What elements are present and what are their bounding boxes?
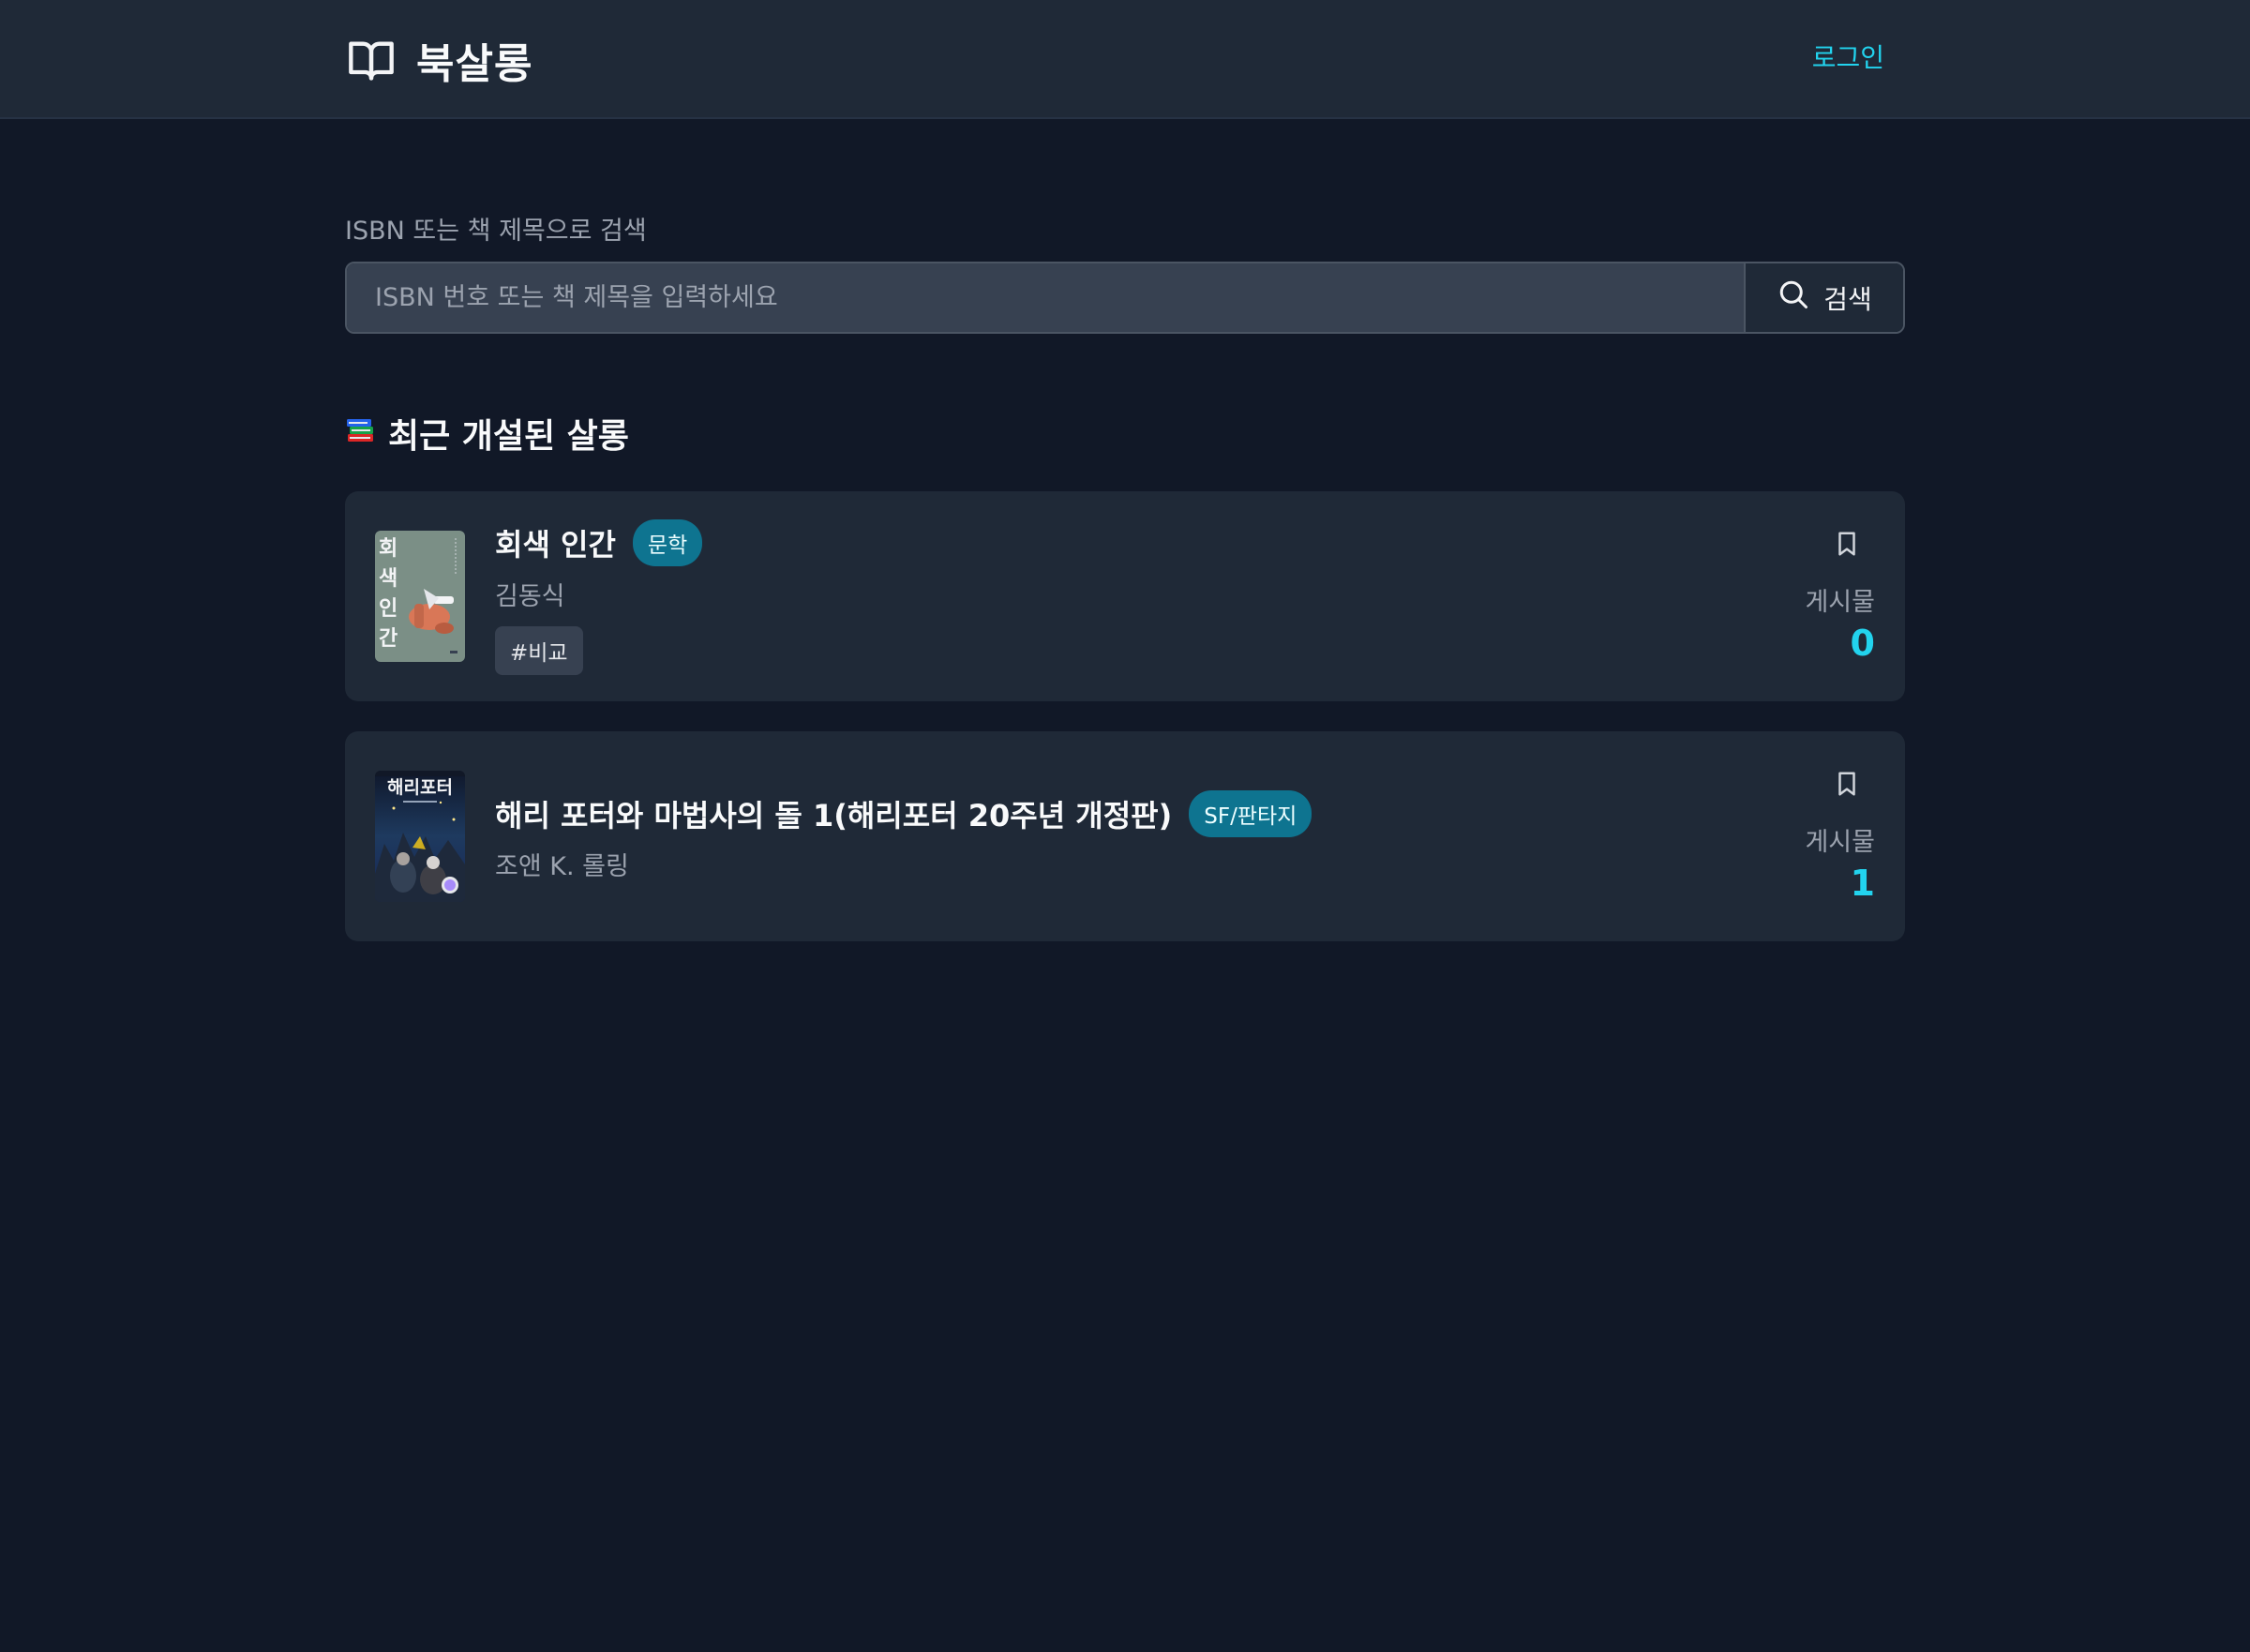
bookmark-icon: [1833, 768, 1861, 803]
login-link[interactable]: 로그인: [1812, 38, 1884, 75]
salon-card[interactable]: 회 색 인 간 회색 인간 문학 김동식 #비교 게시물 0: [345, 491, 1905, 701]
search-label: ISBN 또는 책 제목으로 검색: [345, 217, 647, 246]
cover-text: 색: [379, 566, 398, 591]
book-title: 해리 포터와 마법사의 돌 1(해리포터 20주년 개정판): [495, 798, 1173, 834]
search-input[interactable]: [347, 263, 1744, 332]
section-heading: 최근 개설된 살롱: [345, 409, 629, 458]
cover-text: 인: [379, 596, 398, 621]
bookmark-button[interactable]: [1830, 527, 1864, 564]
book-author: 김동식: [495, 582, 565, 611]
book-open-icon: [345, 36, 398, 84]
search-icon: [1777, 278, 1810, 318]
app-title: 북살롱: [416, 40, 533, 88]
book-author: 조앤 K. 롤링: [495, 852, 629, 881]
post-count: 0: [1850, 623, 1875, 664]
books-emoji-icon: [345, 413, 377, 454]
book-title: 회색 인간: [495, 527, 616, 563]
post-count-label: 게시물: [1805, 588, 1875, 617]
genre-badge: SF/판타지: [1189, 790, 1312, 837]
brand-logo-link[interactable]: 북살롱: [345, 28, 532, 92]
cover-text: 회: [379, 536, 398, 561]
book-cover-image: 회 색 인 간: [375, 531, 465, 662]
card-title-row: 회색 인간 문학: [495, 519, 703, 566]
search-bar: 검색: [345, 262, 1905, 334]
bookmark-button[interactable]: [1830, 767, 1864, 804]
genre-badge: 문학: [632, 519, 703, 566]
section-title: 최근 개설된 살롱: [388, 417, 629, 456]
search-button[interactable]: 검색: [1744, 263, 1903, 332]
cover-text: 해리포터: [387, 777, 453, 798]
cover-text: 간: [379, 626, 398, 651]
bookmark-icon: [1833, 528, 1861, 563]
card-title-row: 해리 포터와 마법사의 돌 1(해리포터 20주년 개정판) SF/판타지: [495, 790, 1312, 837]
post-count: 1: [1850, 863, 1875, 904]
top-navbar: 북살롱 로그인: [0, 0, 2250, 119]
book-cover-image: 해리포터: [375, 771, 465, 902]
post-count-label: 게시물: [1805, 828, 1875, 857]
salon-card[interactable]: 해리포터 해리 포터와 마법사의 돌 1(해리포터 20주년 개정판) SF/판…: [345, 731, 1905, 941]
tag-chip[interactable]: #비교: [495, 626, 583, 675]
search-button-label: 검색: [1823, 283, 1872, 315]
